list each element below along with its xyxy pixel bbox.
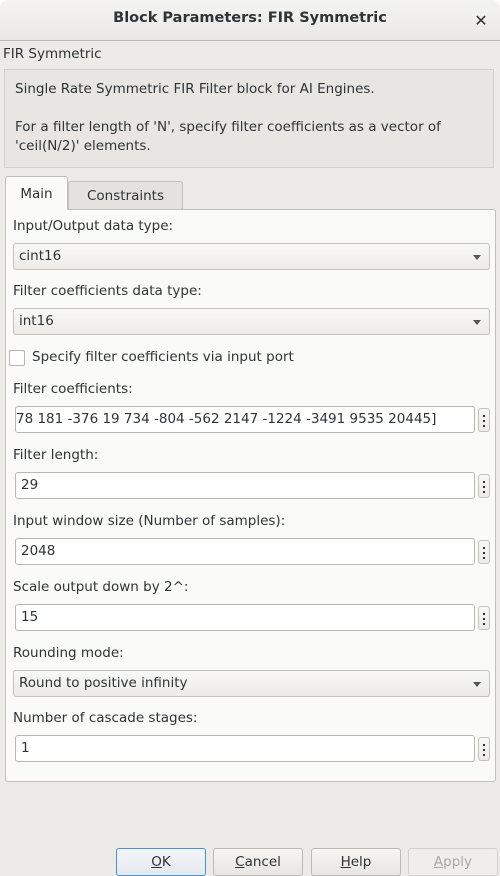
chevron-down-icon xyxy=(473,682,481,687)
apply-button[interactable]: Apply xyxy=(408,848,498,876)
apply-label-rest: pply xyxy=(443,854,473,870)
rounding-mode-label: Rounding mode: xyxy=(13,645,124,661)
filter-length-input[interactable]: 29 xyxy=(15,472,475,499)
tab-main[interactable]: Main xyxy=(5,176,68,210)
cascade-stages-more-button[interactable] xyxy=(478,737,490,761)
rounding-mode-dropdown[interactable]: Round to positive infinity xyxy=(13,670,490,697)
shift-label: Scale output down by 2^: xyxy=(13,579,189,595)
ok-label-rest: K xyxy=(161,854,171,870)
tab-constraints[interactable]: Constraints xyxy=(68,181,183,209)
help-mnemonic: H xyxy=(340,854,351,870)
coef-data-type-label: Filter coefficients data type: xyxy=(13,283,202,299)
filter-coefficients-value: 78 181 -376 19 734 -804 -562 2147 -1224 … xyxy=(16,411,437,427)
close-button[interactable]: ✕ xyxy=(470,10,492,32)
cascade-stages-input[interactable]: 1 xyxy=(15,735,475,762)
rounding-mode-value: Round to positive infinity xyxy=(19,675,188,691)
apply-mnemonic: A xyxy=(433,854,444,870)
filter-coefficients-more-button[interactable] xyxy=(478,408,490,432)
main-tab-panel: Input/Output data type: cint16 Filter co… xyxy=(5,209,496,782)
window-size-input[interactable]: 2048 xyxy=(15,538,475,565)
cancel-button[interactable]: Cancel xyxy=(213,848,303,876)
io-data-type-value: cint16 xyxy=(19,248,62,264)
ok-button[interactable]: OK xyxy=(116,848,206,876)
block-description: Single Rate Symmetric FIR Filter block f… xyxy=(4,69,494,168)
filter-length-label: Filter length: xyxy=(13,447,99,463)
block-parameters-dialog: Block Parameters: FIR Symmetric ✕ FIR Sy… xyxy=(0,0,500,876)
filter-length-more-button[interactable] xyxy=(478,474,490,498)
window-title: Block Parameters: FIR Symmetric xyxy=(113,10,387,26)
help-button[interactable]: Help xyxy=(311,848,401,876)
io-data-type-dropdown[interactable]: cint16 xyxy=(13,243,490,270)
block-name-label: FIR Symmetric xyxy=(3,46,102,62)
chevron-down-icon xyxy=(473,255,481,260)
coef-data-type-value: int16 xyxy=(19,313,54,329)
cascade-stages-label: Number of cascade stages: xyxy=(13,710,198,726)
coef-port-checkbox[interactable] xyxy=(9,350,25,366)
description-line-2: For a filter length of 'N', specify filt… xyxy=(15,119,441,154)
io-data-type-label: Input/Output data type: xyxy=(13,218,174,234)
window-size-label: Input window size (Number of samples): xyxy=(13,513,286,529)
description-line-1: Single Rate Symmetric FIR Filter block f… xyxy=(15,81,375,97)
filter-coefficients-label: Filter coefficients: xyxy=(13,381,133,397)
cancel-mnemonic: C xyxy=(235,854,245,870)
ok-mnemonic: O xyxy=(151,854,162,870)
shift-input[interactable]: 15 xyxy=(15,604,475,631)
coef-data-type-dropdown[interactable]: int16 xyxy=(13,308,490,335)
window-size-more-button[interactable] xyxy=(478,540,490,564)
coef-port-checkbox-label: Specify filter coefficients via input po… xyxy=(32,349,294,365)
chevron-down-icon xyxy=(473,320,481,325)
filter-coefficients-input[interactable]: 78 181 -376 19 734 -804 -562 2147 -1224 … xyxy=(15,406,475,433)
shift-more-button[interactable] xyxy=(478,606,490,630)
help-label-rest: elp xyxy=(350,854,372,870)
close-icon: ✕ xyxy=(474,11,488,30)
title-bar: Block Parameters: FIR Symmetric ✕ xyxy=(0,0,500,41)
cancel-label-rest: ancel xyxy=(244,854,281,870)
